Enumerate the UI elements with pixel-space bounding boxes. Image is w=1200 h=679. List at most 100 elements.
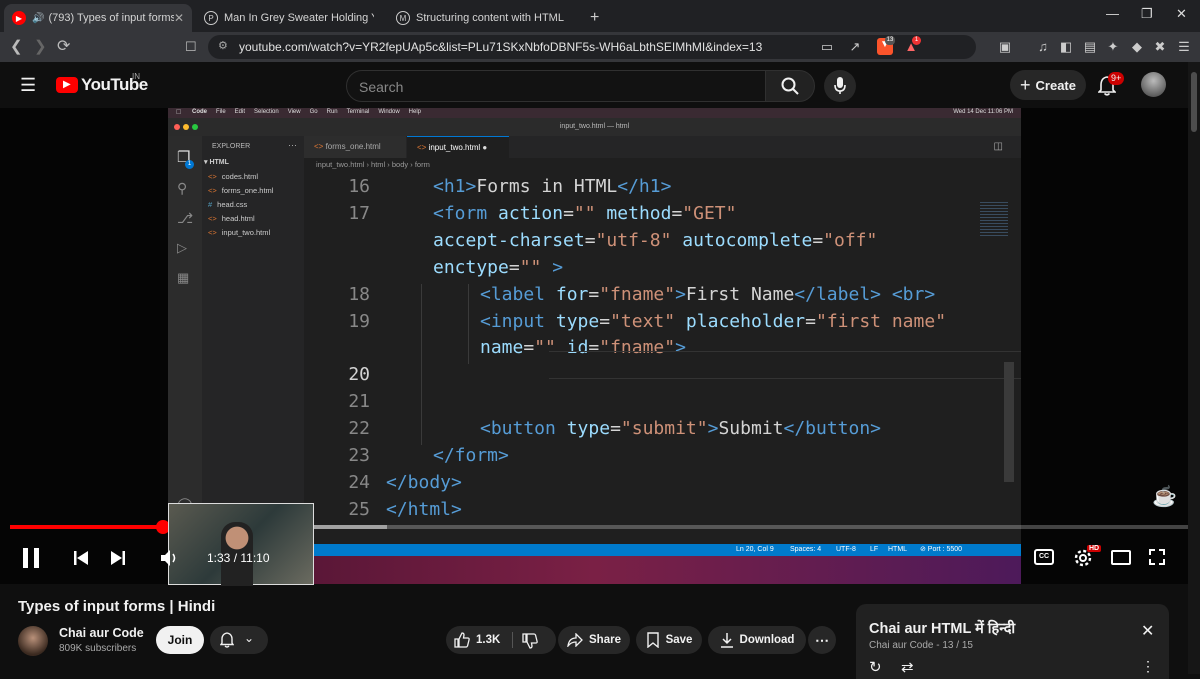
- macos-menu-run: Run: [326, 109, 338, 115]
- macos-menu-code: Code: [192, 109, 207, 115]
- code-token: =: [563, 202, 574, 224]
- page-scrollbar-thumb[interactable]: [1191, 72, 1197, 132]
- macos-menu-go: Go: [309, 109, 318, 115]
- forward-icon[interactable]: ❯: [34, 39, 47, 55]
- account-avatar[interactable]: [1141, 72, 1166, 97]
- run-debug-icon: ▷: [177, 240, 187, 255]
- subscription-bell-button[interactable]: ⌄: [210, 626, 268, 654]
- previous-icon[interactable]: [73, 550, 89, 566]
- code-token: </html>: [386, 498, 462, 520]
- browser-tab-youtube[interactable]: ▶ 🔊 (793) Types of input forms | Hi ✕: [4, 4, 192, 32]
- line-number: 24: [348, 471, 370, 493]
- code-token: >: [541, 256, 564, 278]
- editor-tab: <> forms_one.html: [304, 136, 406, 158]
- like-dislike-group: 1.3K: [446, 626, 556, 654]
- code-token: autocomplete: [671, 229, 813, 251]
- site-info-icon[interactable]: ⚙: [218, 39, 228, 52]
- save-button[interactable]: Save: [636, 626, 702, 654]
- screenshot-icon[interactable]: ▣: [998, 40, 1012, 54]
- media-icon[interactable]: ♫: [1036, 40, 1050, 54]
- vpn-icon[interactable]: ◆: [1130, 40, 1144, 54]
- code-token: =: [599, 310, 611, 332]
- file-name: head.html: [221, 214, 255, 223]
- close-tab-icon[interactable]: ✕: [174, 11, 184, 25]
- code-token: "off": [823, 229, 878, 251]
- vscode-explorer: EXPLORER ⋯ ▾ HTML <> codes.html <> forms_on…: [202, 136, 304, 544]
- code-line: </html>: [386, 499, 462, 520]
- reload-icon[interactable]: ⟳: [57, 39, 70, 55]
- code-token: "GET": [682, 202, 737, 224]
- macos-menu-bar:  Code File Edit Selection View Go Run Terminal…: [168, 108, 1021, 118]
- leo-ai-icon[interactable]: ✦: [1106, 40, 1120, 54]
- page-scrollbar[interactable]: [1188, 62, 1200, 674]
- back-icon[interactable]: ❮: [10, 39, 23, 55]
- chevron-down-icon: ⌄: [244, 631, 255, 645]
- code-line: <button type="submit">Submit</button>: [480, 418, 881, 439]
- mdn-favicon-icon: M: [396, 11, 410, 25]
- vscode-activity-bar: ❐ 1 ⚲ ⎇ ▷ ▦ ◯: [168, 136, 202, 544]
- captions-icon[interactable]: CC: [1034, 549, 1054, 565]
- youtube-logo-icon[interactable]: ▶: [56, 77, 78, 93]
- code-token: =: [610, 418, 621, 440]
- browser-tab-mdn[interactable]: M Structuring content with HTML - Lear: [388, 4, 576, 32]
- code-token: First Name: [685, 283, 795, 305]
- audio-playing-icon[interactable]: 🔊: [32, 13, 44, 24]
- split-editor-icon: ◫: [993, 141, 1003, 152]
- code-token: =: [523, 337, 535, 359]
- close-playlist-icon[interactable]: ✕: [1141, 621, 1154, 641]
- tab-title: Man In Grey Sweater Holding Yellow: [224, 12, 374, 24]
- bookmark-icon[interactable]: ☐: [185, 39, 197, 55]
- more-actions-button[interactable]: ⋯: [808, 626, 836, 654]
- wallet-icon[interactable]: ▤: [1083, 40, 1097, 54]
- new-tab-button[interactable]: +: [582, 4, 606, 32]
- like-button[interactable]: 1.3K: [454, 632, 500, 648]
- url-text[interactable]: youtube.com/watch?v=YR2fepUAp5c&list=PLu…: [239, 40, 762, 54]
- status-cursor: Ln 20, Col 9: [736, 546, 774, 553]
- menu-icon[interactable]: ☰: [1177, 40, 1191, 54]
- search-button[interactable]: [765, 70, 815, 102]
- like-count: 1.3K: [476, 634, 501, 646]
- code-token: "utf-8": [595, 229, 672, 251]
- vscode-window-title: input_two.html — html: [559, 123, 630, 130]
- channel-avatar[interactable]: [18, 626, 48, 656]
- chai-cup-icon: ☕: [1152, 486, 1177, 508]
- fullscreen-icon[interactable]: [1149, 549, 1165, 565]
- code-token: for: [555, 283, 589, 305]
- search-icon: [781, 77, 799, 95]
- restore-icon[interactable]: ❐: [1141, 6, 1153, 22]
- close-window-icon[interactable]: ✕: [1176, 6, 1187, 22]
- subscriber-count: 809K subscribers: [59, 643, 137, 654]
- volume-icon[interactable]: [160, 549, 180, 567]
- channel-name[interactable]: Chai aur Code: [59, 626, 144, 640]
- pause-icon[interactable]: [22, 547, 40, 569]
- search-input[interactable]: Search: [346, 70, 766, 102]
- sidebar-icon[interactable]: ◧: [1059, 40, 1073, 54]
- share-page-icon[interactable]: ↗: [848, 40, 862, 54]
- like-divider: [512, 632, 513, 648]
- code-token: >: [707, 418, 719, 440]
- share-button[interactable]: Share: [558, 626, 630, 654]
- source-control-icon: ⎇: [177, 210, 194, 226]
- download-label: Download: [739, 634, 795, 646]
- cast-icon[interactable]: ▭: [820, 40, 834, 54]
- bell-icon: [220, 632, 234, 648]
- thumbs-down-icon[interactable]: [522, 633, 538, 649]
- next-icon[interactable]: [110, 550, 126, 566]
- theater-mode-icon[interactable]: [1111, 550, 1131, 565]
- notification-count: 9+: [1108, 72, 1125, 85]
- loop-icon[interactable]: ↻: [869, 658, 882, 676]
- code-token: =: [805, 310, 816, 332]
- create-button[interactable]: + Create: [1010, 70, 1086, 100]
- download-button[interactable]: Download: [708, 626, 806, 654]
- minimize-icon[interactable]: —: [1106, 6, 1119, 21]
- join-button[interactable]: Join: [156, 626, 204, 654]
- extensions-icon[interactable]: ✖: [1153, 40, 1167, 54]
- guide-menu-icon[interactable]: ☰: [20, 75, 36, 96]
- browser-tab-pexels[interactable]: P Man In Grey Sweater Holding Yellow: [196, 4, 384, 32]
- shuffle-icon[interactable]: ⇄: [901, 658, 914, 676]
- voice-search-button[interactable]: [824, 70, 856, 102]
- playlist-more-icon[interactable]: ⋮: [1141, 658, 1155, 675]
- code-line: </body>: [386, 472, 462, 493]
- code-token: type: [555, 310, 600, 332]
- playlist-title[interactable]: Chai aur HTML में हिन्दी: [869, 618, 1015, 638]
